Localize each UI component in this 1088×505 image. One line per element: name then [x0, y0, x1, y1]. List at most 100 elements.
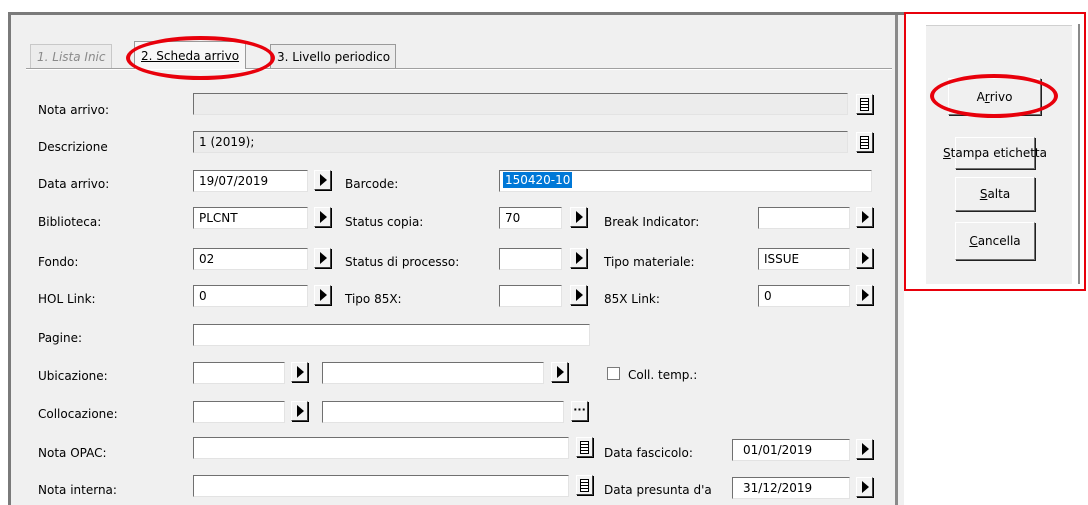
- status-processo-field[interactable]: [499, 248, 562, 270]
- note-icon: [580, 478, 589, 492]
- tipo-materiale-lookup-button[interactable]: [856, 248, 873, 268]
- descrizione-label: Descrizione: [38, 140, 108, 154]
- coll-temp-label: Coll. temp.:: [628, 368, 698, 382]
- hol-link-field[interactable]: 0: [193, 285, 308, 307]
- highlight-ellipse-arrivo: [930, 74, 1058, 118]
- break-indicator-lookup-button[interactable]: [856, 207, 873, 227]
- status-copia-lookup-button[interactable]: [570, 207, 587, 227]
- arrow-right-icon: [575, 252, 583, 264]
- nota-interna-label: Nota interna:: [38, 483, 117, 497]
- nota-interna-field[interactable]: [193, 475, 569, 497]
- data-fascicolo-lookup-button[interactable]: [856, 439, 873, 459]
- arrow-right-icon: [319, 211, 327, 223]
- note-icon: [860, 97, 869, 111]
- nota-opac-edit-button[interactable]: [576, 437, 593, 457]
- tab-livello-periodico[interactable]: 3. Livello periodico: [270, 44, 397, 68]
- arrow-right-icon: [861, 252, 869, 264]
- cancella-accel-key: C: [969, 234, 978, 248]
- data-presunta-lookup-button[interactable]: [856, 477, 873, 497]
- stampa-etichetta-button[interactable]: Stampa etichetta: [943, 137, 1047, 169]
- fondo-field[interactable]: 02: [193, 248, 308, 270]
- data-fascicolo-field[interactable]: 01/01/2019: [732, 439, 850, 461]
- break-indicator-field[interactable]: [758, 207, 850, 229]
- arrow-right-icon: [319, 252, 327, 264]
- highlight-ellipse-tab: [126, 36, 275, 80]
- arrow-right-icon: [861, 289, 869, 301]
- collocazione-label: Collocazione:: [38, 407, 118, 421]
- arrow-right-icon: [319, 289, 327, 301]
- arrow-right-icon: [861, 481, 869, 493]
- collocazione-code-field[interactable]: [193, 401, 285, 423]
- arrow-right-icon: [556, 366, 564, 378]
- tipo-85x-label: Tipo 85X:: [345, 292, 402, 306]
- tipo-materiale-field[interactable]: ISSUE: [758, 248, 850, 270]
- descrizione-edit-button[interactable]: [856, 132, 873, 152]
- data-arrivo-label: Data arrivo:: [38, 177, 110, 191]
- tab-lista-iniziale[interactable]: 1. Lista Inic: [30, 44, 113, 68]
- link-85x-lookup-button[interactable]: [856, 285, 873, 305]
- coll-temp-checkbox[interactable]: [607, 367, 620, 380]
- note-icon: [580, 440, 589, 454]
- arrow-right-icon: [575, 211, 583, 223]
- data-presunta-label: Data presunta d'a: [604, 483, 712, 497]
- fondo-label: Fondo:: [38, 255, 79, 269]
- collocazione-browse-button[interactable]: ···: [571, 401, 588, 421]
- nota-opac-field[interactable]: [193, 437, 569, 459]
- link-85x-label: 85X Link:: [604, 292, 660, 306]
- status-copia-label: Status copia:: [345, 215, 424, 229]
- arrow-right-icon: [296, 366, 304, 378]
- biblioteca-lookup-button[interactable]: [314, 207, 331, 227]
- nota-arrivo-field[interactable]: [193, 93, 848, 115]
- ellipsis-icon: ···: [573, 403, 586, 416]
- nota-interna-edit-button[interactable]: [576, 475, 593, 495]
- salta-button[interactable]: Salta: [955, 177, 1035, 211]
- cancella-button[interactable]: Cancella: [955, 222, 1035, 260]
- salta-accel-key: S: [979, 187, 988, 201]
- ubicazione-code-field[interactable]: [193, 362, 285, 384]
- barcode-field[interactable]: 150420-10: [499, 170, 872, 192]
- pagine-label: Pagine:: [38, 331, 83, 345]
- hol-link-label: HOL Link:: [38, 292, 96, 306]
- collocazione-lookup-button[interactable]: [291, 401, 308, 421]
- nota-opac-label: Nota OPAC:: [38, 446, 107, 460]
- data-fascicolo-label: Data fascicolo:: [604, 446, 693, 460]
- nota-arrivo-edit-button[interactable]: [856, 94, 873, 114]
- tipo-materiale-label: Tipo materiale:: [604, 255, 695, 269]
- barcode-label: Barcode:: [345, 177, 399, 191]
- descrizione-field[interactable]: 1 (2019);: [193, 131, 848, 153]
- fondo-lookup-button[interactable]: [314, 248, 331, 268]
- tipo-85x-lookup-button[interactable]: [570, 285, 587, 305]
- collocazione-description-field[interactable]: [322, 401, 564, 423]
- actions-panel-edge: [1078, 24, 1080, 284]
- status-copia-field[interactable]: 70: [499, 207, 562, 229]
- data-presunta-field[interactable]: 31/12/2019: [732, 477, 850, 499]
- ubicazione-description-lookup-button[interactable]: [551, 362, 568, 382]
- nota-arrivo-label: Nota arrivo:: [38, 103, 110, 117]
- arrow-right-icon: [861, 443, 869, 455]
- salta-label-rest: alta: [987, 187, 1011, 201]
- data-arrivo-lookup-button[interactable]: [314, 170, 331, 190]
- barcode-selected-text: 150420-10: [503, 172, 573, 188]
- arrow-right-icon: [861, 211, 869, 223]
- ubicazione-lookup-button[interactable]: [291, 362, 308, 382]
- arrow-right-icon: [575, 289, 583, 301]
- break-indicator-label: Break Indicator:: [604, 215, 700, 229]
- status-processo-lookup-button[interactable]: [570, 248, 587, 268]
- window-edge: [895, 15, 898, 505]
- arrow-right-icon: [319, 174, 327, 186]
- hol-link-lookup-button[interactable]: [314, 285, 331, 305]
- data-arrivo-field[interactable]: 19/07/2019: [193, 170, 308, 192]
- stampa-accel-key: S: [943, 146, 951, 160]
- cancella-label-rest: ancella: [977, 234, 1021, 248]
- status-processo-label: Status di processo:: [345, 255, 460, 269]
- note-icon: [860, 135, 869, 149]
- pagine-field[interactable]: [193, 324, 590, 346]
- ubicazione-label: Ubicazione:: [38, 369, 108, 383]
- arrow-right-icon: [296, 405, 304, 417]
- ubicazione-description-field[interactable]: [322, 362, 544, 384]
- link-85x-field[interactable]: 0: [758, 285, 850, 307]
- stampa-label-rest: tampa etichetta: [950, 146, 1047, 160]
- biblioteca-field[interactable]: PLCNT: [193, 207, 308, 229]
- tipo-85x-field[interactable]: [499, 285, 562, 307]
- biblioteca-label: Biblioteca:: [38, 215, 102, 229]
